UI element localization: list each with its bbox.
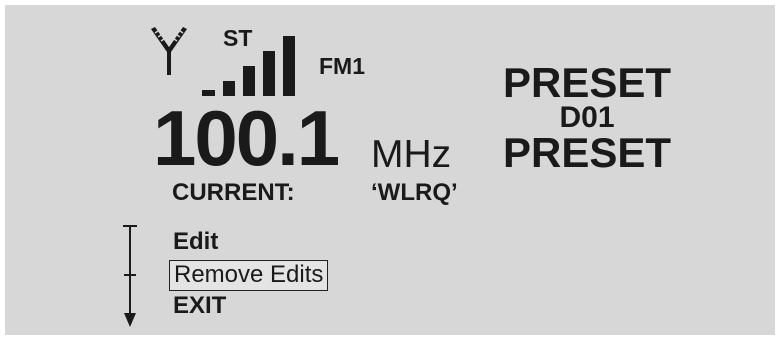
- menu-item-remove-edits[interactable]: Remove Edits: [169, 260, 329, 291]
- frequency-readout: 100.1: [153, 94, 340, 182]
- radio-display: ST FM1 100.1 MHz CURRENT: ‘WLRQ’ PRESET …: [5, 5, 775, 335]
- signal-strength-icon: [202, 36, 295, 96]
- menu-item-edit[interactable]: Edit: [173, 230, 218, 254]
- frequency-unit: MHz: [371, 133, 452, 176]
- station-name: ‘WLRQ’: [371, 179, 458, 206]
- stereo-indicator: ST: [223, 25, 253, 51]
- scroll-indicator-icon: [123, 225, 137, 327]
- menu-item-exit[interactable]: EXIT: [173, 294, 226, 318]
- current-label: CURRENT:: [172, 179, 295, 206]
- preset-footer: PRESET: [502, 129, 672, 176]
- antenna-icon: [151, 27, 187, 75]
- band-label: FM1: [319, 53, 365, 79]
- preset-heading: PRESET: [502, 59, 672, 106]
